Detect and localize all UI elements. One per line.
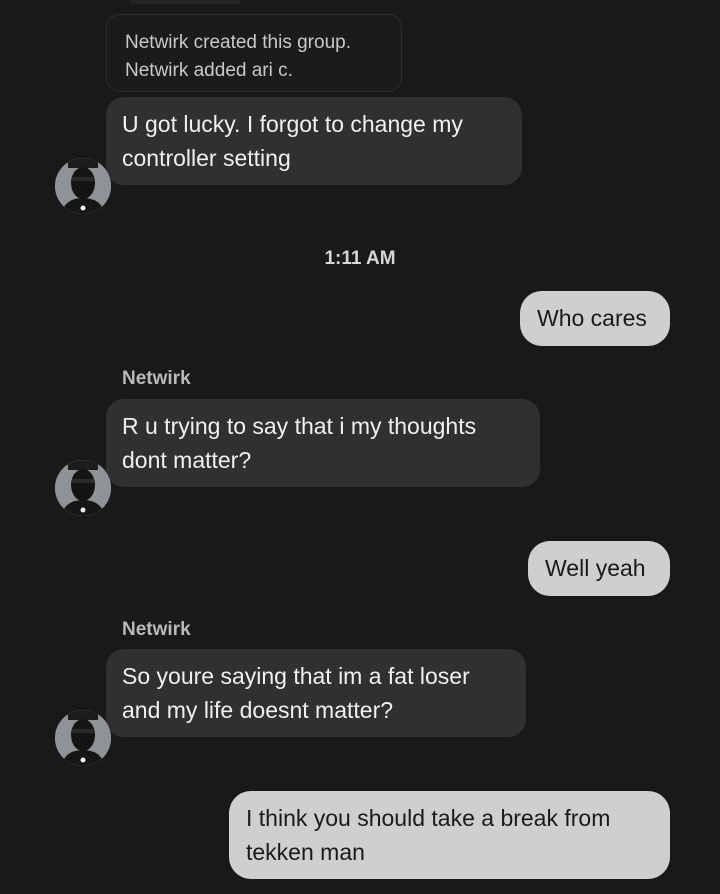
message-bubble-incoming[interactable]: So youre saying that im a fat loser and …: [106, 649, 526, 737]
message-line: tekken man: [246, 839, 365, 865]
message-line: I think you should take a break from: [246, 805, 611, 831]
system-message-created: Netwirk created this group.: [125, 32, 351, 53]
timestamp-divider: 1:11 AM: [324, 248, 396, 269]
message-line: controller setting: [122, 145, 291, 171]
user-avatar-icon: [55, 158, 111, 214]
user-avatar-icon: [55, 460, 111, 516]
message-line: dont matter?: [122, 447, 252, 473]
sender-avatar[interactable]: [55, 710, 111, 766]
sender-name: Netwirk: [122, 368, 191, 389]
sender-avatar[interactable]: [55, 158, 111, 214]
message-bubble-outgoing[interactable]: Well yeah: [528, 541, 670, 596]
sender-avatar[interactable]: [55, 460, 111, 516]
message-line: and my life doesnt matter?: [122, 697, 394, 723]
user-avatar-icon: [55, 710, 111, 766]
system-message-added: Netwirk added ari c.: [125, 60, 293, 81]
message-bubble-outgoing[interactable]: Who cares: [520, 291, 670, 346]
message-bubble-outgoing[interactable]: I think you should take a break from tek…: [229, 791, 670, 879]
message-line: R u trying to say that i my thoughts: [122, 413, 477, 439]
message-line: Who cares: [537, 305, 647, 331]
message-line: So youre saying that im a fat loser: [122, 663, 470, 689]
message-bubble-incoming[interactable]: U got lucky. I forgot to change my contr…: [106, 97, 522, 185]
cropped-header-text: [130, 0, 240, 4]
message-line: Well yeah: [545, 555, 646, 581]
message-line: U got lucky. I forgot to change my: [122, 111, 463, 137]
system-message-box: Netwirk created this group. Netwirk adde…: [106, 14, 402, 92]
message-bubble-incoming[interactable]: R u trying to say that i my thoughts don…: [106, 399, 540, 487]
sender-name: Netwirk: [122, 619, 191, 640]
